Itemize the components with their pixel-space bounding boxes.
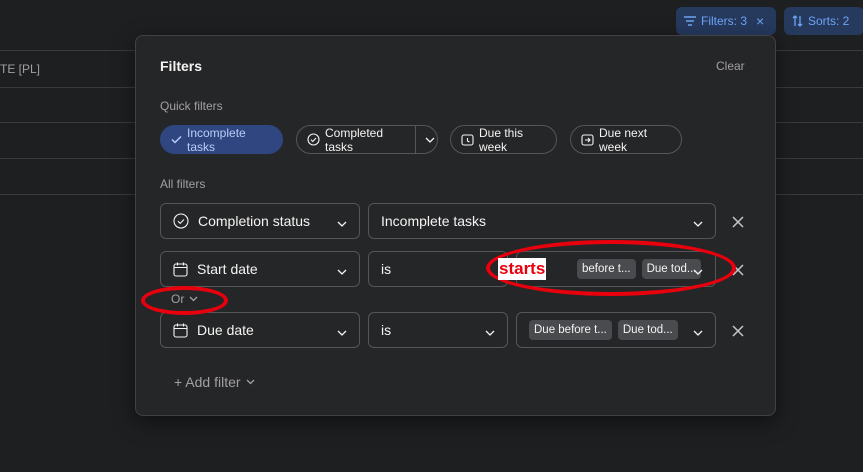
filter-value-tag: Due tod... xyxy=(617,320,678,340)
add-filter-label: + Add filter xyxy=(174,374,241,390)
annotation-label: starts xyxy=(498,258,547,280)
filter-value-select[interactable]: Due before t... Due tod... xyxy=(516,312,716,348)
chevron-down-icon xyxy=(189,296,198,302)
quick-filter-due-this-week[interactable]: Due this week xyxy=(450,125,557,154)
filter-field-label: Completion status xyxy=(198,213,311,229)
filter-operator-select[interactable]: is xyxy=(368,312,508,348)
quick-filter-label: Incomplete tasks xyxy=(187,125,246,154)
calendar-icon xyxy=(173,323,188,338)
remove-filter-icon[interactable] xyxy=(731,324,745,338)
add-filter-button[interactable]: + Add filter xyxy=(174,374,255,390)
filter-value-tag: Due before t... xyxy=(529,320,612,340)
quick-filter-completed-tasks[interactable]: Completed tasks xyxy=(296,125,438,154)
quick-filter-label: Due this week xyxy=(479,125,524,154)
sorts-button[interactable]: Sorts: 2 xyxy=(784,7,863,35)
logic-connector-dropdown[interactable]: Or xyxy=(171,292,198,306)
filter-value-select[interactable]: Incomplete tasks xyxy=(368,203,716,239)
chevron-down-icon xyxy=(693,214,703,230)
filter-field-select[interactable]: Completion status xyxy=(160,203,360,239)
panel-title: Filters xyxy=(160,58,203,74)
column-header: TE [PL] xyxy=(0,62,41,76)
filter-operator-select[interactable]: is xyxy=(368,251,508,287)
chevron-down-icon xyxy=(485,323,495,339)
chevron-down-icon xyxy=(337,323,347,339)
filter-value-label: Incomplete tasks xyxy=(381,213,487,229)
quick-filter-due-next-week[interactable]: Due next week xyxy=(570,125,682,154)
filter-icon xyxy=(684,16,696,26)
check-icon xyxy=(171,135,182,144)
all-filters-heading: All filters xyxy=(160,177,206,191)
filter-field-label: Start date xyxy=(197,261,258,277)
calendar-arrow-icon xyxy=(581,133,594,146)
sorts-button-label: Sorts: 2 xyxy=(808,14,850,28)
remove-filter-icon[interactable] xyxy=(731,263,745,277)
chip-divider xyxy=(414,126,416,153)
quick-filter-incomplete-tasks[interactable]: Incomplete tasks xyxy=(160,125,283,154)
chevron-down-icon xyxy=(246,379,255,385)
filters-panel: Filters Clear Quick filters Incomplete t… xyxy=(135,35,776,416)
filter-operator-label: is xyxy=(381,322,392,338)
chevron-down-icon xyxy=(337,262,347,278)
filters-button-label: Filters: 3 xyxy=(701,14,748,28)
filter-field-select[interactable]: Due date xyxy=(160,312,360,348)
chevron-down-icon[interactable] xyxy=(423,137,437,143)
filter-field-label: Due date xyxy=(197,322,254,338)
calendar-clock-icon xyxy=(461,133,474,146)
check-circle-icon xyxy=(173,213,189,229)
sort-icon xyxy=(792,15,803,27)
logic-connector-label: Or xyxy=(171,292,185,306)
clear-button[interactable]: Clear xyxy=(716,59,745,73)
remove-filter-icon[interactable] xyxy=(731,215,745,229)
filters-button[interactable]: Filters: 3 × xyxy=(676,7,776,35)
quick-filter-label: Completed tasks xyxy=(325,125,384,154)
calendar-icon xyxy=(173,262,188,277)
chevron-down-icon xyxy=(337,214,347,230)
chevron-down-icon xyxy=(693,323,703,339)
chevron-down-icon xyxy=(693,262,703,278)
check-circle-icon xyxy=(307,133,320,146)
filter-value-tag: before t... xyxy=(577,259,636,279)
quick-filters-heading: Quick filters xyxy=(160,99,223,113)
filter-field-select[interactable]: Start date xyxy=(160,251,360,287)
clear-filters-icon[interactable]: × xyxy=(756,13,764,29)
filter-operator-label: is xyxy=(381,261,392,277)
quick-filter-label: Due next week xyxy=(599,125,648,154)
